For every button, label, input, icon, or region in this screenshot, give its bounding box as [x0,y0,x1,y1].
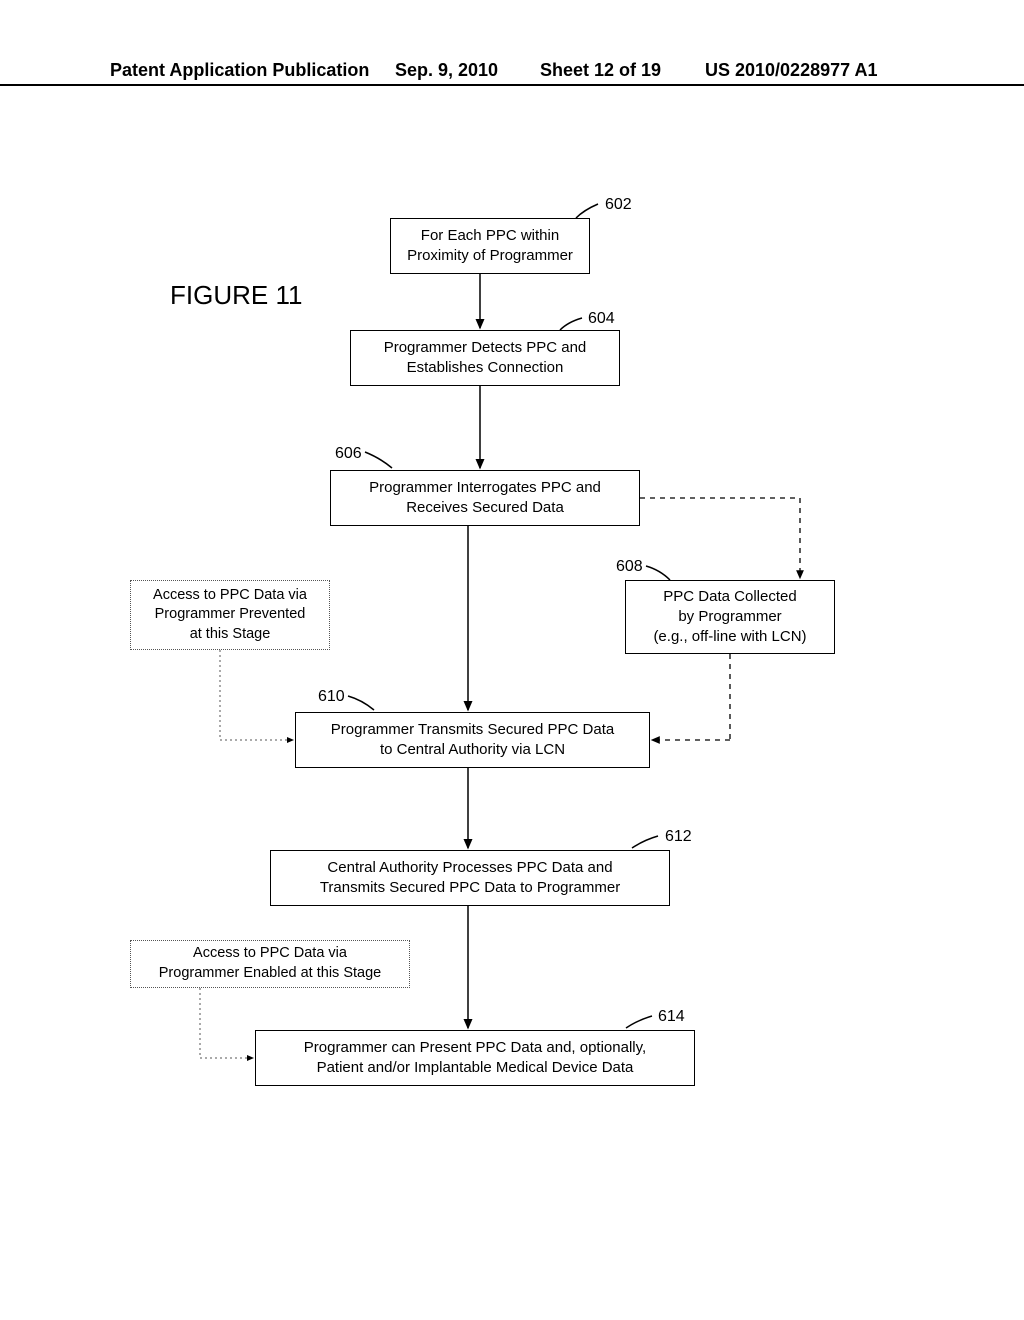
header-left: Patent Application Publication [110,60,369,81]
header-sheet: Sheet 12 of 19 [540,60,661,81]
box-608: PPC Data Collectedby Programmer(e.g., of… [625,580,835,654]
note-prevented: Access to PPC Data viaProgrammer Prevent… [130,580,330,650]
box-606: Programmer Interrogates PPC andReceives … [330,470,640,526]
ref-604: 604 [588,310,615,328]
note-enabled: Access to PPC Data viaProgrammer Enabled… [130,940,410,988]
box-610: Programmer Transmits Secured PPC Datato … [295,712,650,768]
box-614: Programmer can Present PPC Data and, opt… [255,1030,695,1086]
ref-602: 602 [605,196,632,214]
ref-606: 606 [335,445,362,463]
page-header: Patent Application Publication Sep. 9, 2… [0,78,1024,86]
box-602: For Each PPC withinProximity of Programm… [390,218,590,274]
ref-610: 610 [318,688,345,706]
ref-614: 614 [658,1008,685,1026]
box-604: Programmer Detects PPC andEstablishes Co… [350,330,620,386]
figure-title: FIGURE 11 [170,280,302,311]
header-date: Sep. 9, 2010 [395,60,498,81]
ref-608: 608 [616,558,643,576]
ref-612: 612 [665,828,692,846]
header-pubno: US 2010/0228977 A1 [705,60,877,81]
connectors [0,0,1024,1320]
box-612: Central Authority Processes PPC Data and… [270,850,670,906]
